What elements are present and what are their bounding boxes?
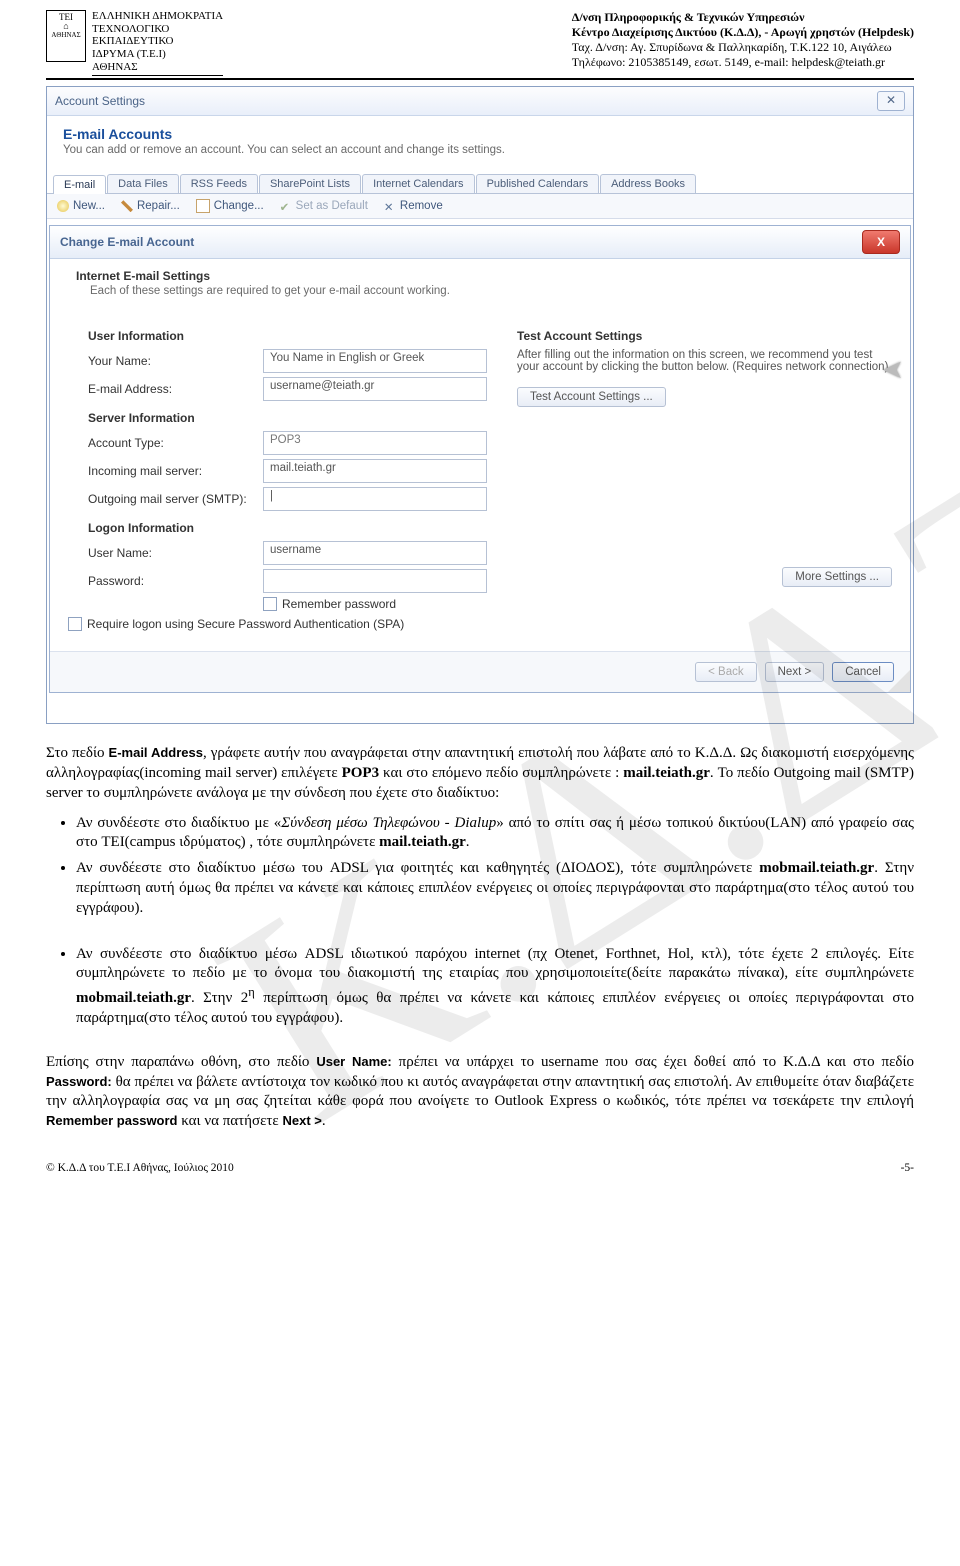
new-button[interactable]: New... [57,199,105,213]
tab-email[interactable]: E-mail [53,175,106,194]
account-settings-window: Account Settings ✕ E-mail Accounts You c… [46,86,914,724]
tab-internet-cal[interactable]: Internet Calendars [362,174,475,193]
remember-label: Remember password [282,597,396,611]
server-info-heading: Server Information [88,411,487,425]
cancel-button[interactable]: Cancel [832,662,894,682]
next-button[interactable]: Next > [765,662,825,682]
remove-icon: ✕ [384,200,396,212]
repair-button[interactable]: Repair... [121,199,180,213]
close-icon[interactable]: X [862,230,900,254]
test-button[interactable]: Test Account Settings ... [517,387,666,407]
section-heading: E-mail Accounts [63,126,897,142]
remember-checkbox[interactable] [263,597,277,611]
window-title: Account Settings [55,94,145,108]
back-button: < Back [695,662,756,682]
outgoing-field[interactable]: | [263,487,487,511]
wizard-buttons: < Back Next > Cancel [50,651,910,692]
tab-pub-cal[interactable]: Published Calendars [476,174,600,193]
email-label: E-mail Address: [88,382,263,396]
tab-datafiles[interactable]: Data Files [107,174,179,193]
section-subtext: You can add or remove an account. You ca… [63,144,897,156]
tab-sharepoint[interactable]: SharePoint Lists [259,174,361,193]
test-heading: Test Account Settings [517,329,892,343]
remove-button[interactable]: ✕Remove [384,199,443,213]
inner-window-title: Change E-mail Account [60,235,194,249]
org-name: ΕΛΛΗΝΙΚΗ ΔΗΜΟΚΡΑΤΙΑ ΤΕΧΝΟΛΟΓΙΚΟ ΕΚΠΑΙΔΕΥ… [92,10,223,76]
check-icon: ✔ [280,200,292,212]
your-name-label: Your Name: [88,354,263,368]
footer-left: © Κ.Δ.Δ του Τ.Ε.Ι Αθήνας, Ιούλιος 2010 [46,1162,234,1174]
paragraph-2: Επίσης στην παραπάνω οθόνη, στο πεδίο Us… [46,1053,914,1132]
your-name-field[interactable]: You Name in English or Greek [263,349,487,373]
default-button: ✔Set as Default [280,199,368,213]
user-info-heading: User Information [88,329,487,343]
password-field[interactable] [263,569,487,593]
incoming-label: Incoming mail server: [88,464,263,478]
change-button[interactable]: Change... [196,199,264,213]
more-settings-button[interactable]: More Settings ... [782,567,892,587]
resize-corner-icon [888,670,910,692]
document-body: Στο πεδίο E-mail Address, γράφετε αυτήν … [46,744,914,1132]
bullet-private-isp: Αν συνδέεστε στο διαδίκτυο μέσω ADSL ιδι… [76,945,914,1029]
bullet-diodos: Αν συνδέεστε στο διαδίκτυο μέσω του ADSL… [76,859,914,918]
inner-subtext: Each of these settings are required to g… [76,285,894,297]
page-footer: © Κ.Δ.Δ του Τ.Ε.Ι Αθήνας, Ιούλιος 2010 -… [46,1162,914,1174]
email-field[interactable]: username@teiath.gr [263,377,487,401]
close-icon[interactable]: ✕ [877,91,905,111]
incoming-field[interactable]: mail.teiath.gr [263,459,487,483]
username-label: User Name: [88,546,263,560]
account-type-select[interactable]: POP3 [263,431,487,455]
change-email-window: Change E-mail Account X Internet E-mail … [49,225,911,693]
spa-checkbox[interactable] [68,617,82,631]
dept-info: Δ/νση Πληροφορικής & Τεχνικών Υπηρεσιών … [572,10,914,76]
test-text: After filling out the information on thi… [517,349,892,373]
footer-right: -5- [901,1162,914,1174]
password-label: Password: [88,574,263,588]
new-icon [57,200,69,212]
bullet-dialup: Αν συνδέεστε στο διαδίκτυο με «Σύνδεση μ… [76,814,914,854]
tab-rss[interactable]: RSS Feeds [180,174,258,193]
repair-icon [121,200,133,212]
inner-heading: Internet E-mail Settings [76,269,894,283]
paragraph-1: Στο πεδίο E-mail Address, γράφετε αυτήν … [46,744,914,803]
username-field[interactable]: username [263,541,487,565]
outgoing-label: Outgoing mail server (SMTP): [88,492,263,506]
tabs: E-mail Data Files RSS Feeds SharePoint L… [47,174,913,193]
spa-label: Require logon using Secure Password Auth… [87,617,404,631]
change-icon [196,199,210,213]
logon-info-heading: Logon Information [88,521,487,535]
tab-addressbooks[interactable]: Address Books [600,174,696,193]
doc-header: TEI ⌂ AΘHNAΣ ΕΛΛΗΝΙΚΗ ΔΗΜΟΚΡΑΤΙΑ ΤΕΧΝΟΛΟ… [46,10,914,80]
account-type-label: Account Type: [88,436,263,450]
logo: TEI ⌂ AΘHNAΣ [46,10,86,62]
toolbar: New... Repair... Change... ✔Set as Defau… [47,193,913,219]
cursor-icon: ➤ [882,354,904,385]
